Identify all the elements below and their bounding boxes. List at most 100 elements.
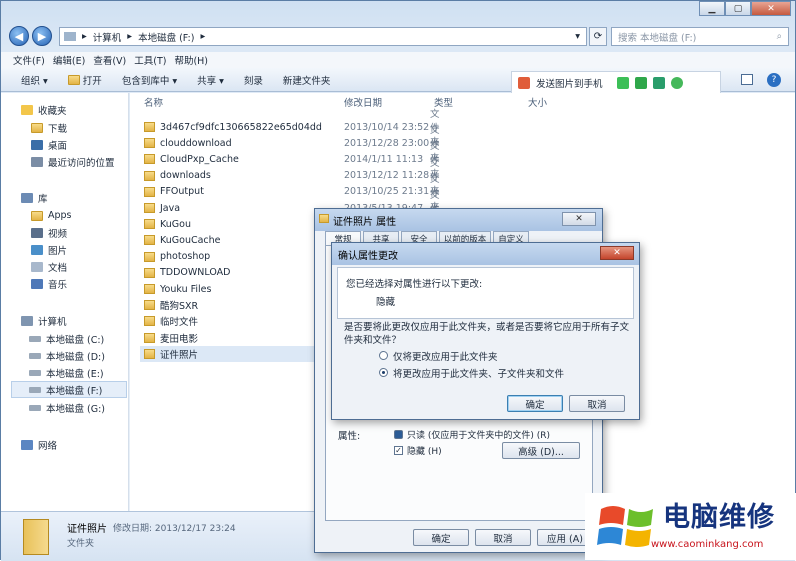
- confirm-ok-button[interactable]: 确定: [507, 395, 563, 412]
- maximize-button[interactable]: ▢: [725, 1, 751, 16]
- change-summary: 您已经选择对属性进行以下更改: 隐藏: [337, 267, 634, 319]
- drive-icon: [29, 386, 41, 393]
- file-name: clouddownload: [160, 137, 232, 149]
- ok-button[interactable]: 确定: [413, 529, 469, 546]
- sidebar-item-videos[interactable]: 视频: [31, 224, 121, 241]
- open-button[interactable]: 打开: [58, 69, 112, 91]
- watermark-brand: 电脑维修: [663, 502, 775, 533]
- sidebar-drive-c[interactable]: 本地磁盘 (C:): [29, 330, 125, 347]
- folder-icon: [144, 332, 155, 343]
- help-icon[interactable]: ?: [767, 73, 781, 87]
- share-button[interactable]: 共享 ▾: [187, 69, 234, 91]
- column-date[interactable]: 修改日期: [344, 95, 382, 111]
- folder-icon: [31, 210, 43, 221]
- close-button[interactable]: ✕: [600, 246, 634, 260]
- sidebar-libraries[interactable]: 库: [21, 189, 121, 206]
- include-library-button[interactable]: 包含到库中 ▾: [112, 69, 187, 91]
- folder-icon: [144, 284, 155, 294]
- sidebar-drive-d[interactable]: 本地磁盘 (D:): [29, 347, 125, 364]
- sidebar-item-documents[interactable]: 文档: [31, 258, 121, 275]
- apply-recursive-radio[interactable]: [379, 368, 388, 377]
- file-name: 临时文件: [160, 317, 199, 329]
- readonly-checkbox[interactable]: [394, 430, 403, 439]
- advanced-button[interactable]: 高级 (D)...: [502, 442, 580, 459]
- forward-button[interactable]: ▶: [32, 26, 52, 46]
- open-icon: [67, 74, 80, 85]
- table-row[interactable]: downloads 2013/12/12 11:28 文件夹: [140, 158, 440, 197]
- desktop-icon: [31, 139, 43, 150]
- sidebar-favorites[interactable]: 收藏夹: [21, 101, 121, 118]
- table-row[interactable]: CloudPxp_Cache 2014/1/11 11:13 文件夹: [140, 141, 440, 180]
- library-icon: [21, 192, 33, 203]
- organize-button[interactable]: 组织 ▾: [11, 69, 58, 91]
- preview-pane-icon[interactable]: [741, 74, 753, 85]
- chevron-down-icon[interactable]: ▾: [575, 31, 580, 42]
- sidebar-item-music[interactable]: 音乐: [31, 275, 121, 292]
- file-date: 2013/12/12 11:28: [344, 170, 430, 182]
- file-name: FFOutput: [160, 186, 204, 198]
- address-bar[interactable]: ▸ 计算机 ▸ 本地磁盘 (F:) ▸ ▾: [59, 27, 587, 46]
- file-date: 2013/12/28 23:00: [344, 137, 430, 149]
- watermark-logo: 电脑维修 www.caominkang.com: [585, 493, 796, 560]
- breadcrumb-computer[interactable]: 计算机: [93, 30, 122, 44]
- share-icon[interactable]: [652, 77, 665, 89]
- confirm-dialog: 确认属性更改 ✕ 您已经选择对属性进行以下更改: 隐藏 是否要将此更改仅应用于此…: [331, 242, 640, 420]
- burn-button[interactable]: 刻录: [234, 69, 273, 91]
- table-row[interactable]: FFOutput2013/10/25 21:31文件夹: [140, 174, 440, 213]
- sidebar-drive-g[interactable]: 本地磁盘 (G:): [29, 399, 125, 416]
- folder-icon: [144, 316, 155, 327]
- computer-icon: [21, 315, 33, 326]
- table-row[interactable]: 3d467cf9dfc130665822e65d04dd 2013/10/14 2…: [140, 109, 440, 148]
- file-name: Youku Files: [160, 283, 212, 295]
- sidebar-network[interactable]: 网络: [21, 436, 121, 453]
- file-name: KuGouCache: [160, 234, 221, 246]
- send-to-phone-button[interactable]: 发送图片到手机: [536, 76, 603, 90]
- navigation-row: ◀ ▶ ▸ 计算机 ▸ 本地磁盘 (F:) ▸ ▾ ⟳ 搜索 本地磁盘 (F:)…: [7, 25, 791, 49]
- menu-file[interactable]: 文件(F): [13, 53, 45, 67]
- recent-places-icon: [31, 156, 43, 167]
- breadcrumb-drive[interactable]: 本地磁盘 (F:): [138, 30, 194, 44]
- save-icon[interactable]: [634, 77, 647, 89]
- window-controls: ▁ ▢ ✕: [699, 1, 791, 16]
- network-icon: [21, 439, 33, 450]
- search-input[interactable]: 搜索 本地磁盘 (F:) ⌕: [611, 27, 789, 46]
- new-folder-button[interactable]: 新建文件夹: [273, 69, 341, 91]
- download-icon: [31, 122, 43, 133]
- confirm-cancel-button[interactable]: 取消: [569, 395, 625, 412]
- menu-help[interactable]: 帮助(H): [174, 53, 208, 67]
- summary-change: 隐藏: [376, 297, 396, 308]
- refresh-button[interactable]: ⟳: [589, 27, 607, 46]
- folder-icon: [144, 186, 155, 197]
- table-row[interactable]: clouddownload 2013/12/28 23:00 文件夹: [140, 125, 440, 164]
- sidebar-drive-f[interactable]: 本地磁盘 (F:): [11, 381, 127, 398]
- minimize-button[interactable]: ▁: [699, 1, 725, 16]
- sidebar-drive-e[interactable]: 本地磁盘 (E:): [29, 364, 125, 381]
- back-button[interactable]: ◀: [9, 26, 29, 46]
- folder-icon: [144, 170, 155, 181]
- fullscreen-icon[interactable]: [616, 77, 629, 89]
- sidebar-item-apps[interactable]: Apps: [31, 207, 121, 224]
- file-name: CloudPxp_Cache: [160, 153, 239, 165]
- menu-tools[interactable]: 工具(T): [134, 53, 166, 67]
- column-name[interactable]: 名称: [144, 95, 163, 111]
- gear-icon[interactable]: [670, 77, 683, 89]
- apply-question: 是否要将此更改仅应用于此文件夹，或者是否要将它应用于所有子文件夹和文件？: [344, 322, 630, 346]
- close-button[interactable]: ✕: [751, 1, 791, 16]
- apply-folder-only-radio[interactable]: [379, 351, 388, 360]
- menu-view[interactable]: 查看(V): [93, 53, 126, 67]
- folder-icon: [23, 519, 49, 555]
- column-size[interactable]: 大小: [528, 95, 547, 111]
- sidebar-item-recent[interactable]: 最近访问的位置: [31, 153, 126, 170]
- close-button[interactable]: ✕: [562, 212, 596, 226]
- sidebar-item-pictures[interactable]: 图片: [31, 241, 121, 258]
- sidebar-computer[interactable]: 计算机: [21, 312, 121, 329]
- hidden-checkbox[interactable]: ✓: [394, 446, 403, 455]
- sidebar-item-downloads[interactable]: 下载: [31, 119, 121, 136]
- folder-icon: [144, 235, 155, 246]
- cancel-button[interactable]: 取消: [475, 529, 531, 546]
- menu-edit[interactable]: 编辑(E): [53, 53, 85, 67]
- file-name: 酷狗SXR: [160, 301, 199, 313]
- summary-line: 您已经选择对属性进行以下更改:: [346, 279, 483, 290]
- sidebar-item-desktop[interactable]: 桌面: [31, 136, 121, 153]
- details-modified: 修改日期: 2013/12/17 23:24: [113, 524, 236, 534]
